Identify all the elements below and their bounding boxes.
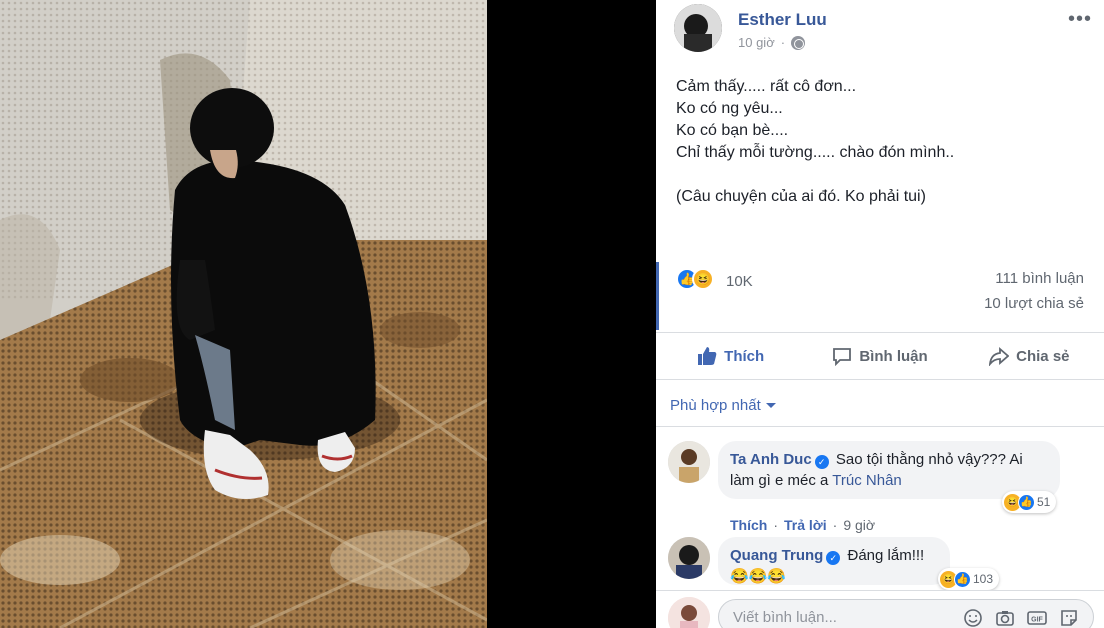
comment-input[interactable]: Viết bình luận... GIF	[718, 599, 1094, 628]
comment-item: Quang Trung ✓ Đáng lắm!!! 😂😂😂 😆 👍 103	[668, 537, 1098, 590]
sort-label: Phù hợp nhất	[670, 397, 761, 414]
reaction-icons[interactable]: 👍 😆	[676, 268, 714, 290]
commenter-avatar[interactable]	[668, 537, 710, 579]
post-text: Cảm thấy..... rất cô đơn... Ko có ng yêu…	[676, 76, 1086, 208]
comment-text: Đáng lắm!!!	[847, 547, 925, 564]
composer-tools: GIF	[963, 608, 1079, 628]
like-label: Thích	[724, 347, 765, 365]
comment-emojis: 😂😂😂	[730, 568, 787, 585]
comment-reply-link[interactable]: Trả lời	[784, 517, 827, 533]
author-name[interactable]: Esther Luu	[738, 10, 827, 30]
comment-label: Bình luận	[859, 347, 928, 365]
comment-button[interactable]: Bình luận	[805, 333, 954, 379]
post-photo[interactable]	[0, 0, 487, 628]
action-bar: Thích Bình luận Chia sẻ	[656, 332, 1104, 380]
post-line: Ko có bạn bè....	[676, 122, 789, 139]
comment-reactions[interactable]: 😆 👍 51	[1002, 491, 1057, 513]
camera-icon[interactable]	[995, 608, 1015, 628]
meta-separator: ·	[780, 35, 786, 50]
like-icon: 👍	[1018, 493, 1035, 511]
emoji-icon[interactable]	[963, 608, 983, 628]
more-options-icon[interactable]: •••	[1068, 8, 1092, 31]
comments-list: Ta Anh Duc ✓ Sao tội thằng nhỏ vậy??? Ai …	[656, 426, 1104, 590]
action-separator: ·	[832, 517, 838, 533]
post-side-panel: Esther Luu 10 giờ · ••• Cảm thấy..... rấ…	[656, 0, 1104, 628]
post-time[interactable]: 10 giờ	[738, 35, 775, 50]
comment-time[interactable]: 9 giờ	[843, 517, 875, 533]
share-icon	[989, 347, 1010, 366]
photo-pane	[0, 0, 656, 628]
reaction-count[interactable]: 10K	[726, 273, 753, 290]
post-stats: 👍 😆 10K 111 bình luận 10 lượt chia sẻ	[656, 262, 1104, 330]
post-meta: 10 giờ ·	[738, 35, 806, 50]
sticker-icon[interactable]	[1059, 608, 1079, 628]
comment-like-link[interactable]: Thích	[730, 517, 767, 533]
comment-bubble: Ta Anh Duc ✓ Sao tội thằng nhỏ vậy??? Ai …	[718, 441, 1060, 499]
like-button[interactable]: Thích	[656, 333, 805, 379]
post-line	[676, 164, 1086, 186]
verified-icon: ✓	[814, 455, 829, 469]
comment-placeholder: Viết bình luận...	[733, 609, 837, 626]
like-icon: 👍	[954, 570, 971, 588]
comment-sort-dropdown[interactable]: Phù hợp nhất	[670, 397, 776, 414]
haha-icon: 😆	[692, 268, 714, 290]
tagged-user[interactable]: Trúc Nhân	[832, 472, 901, 489]
comment-item: Ta Anh Duc ✓ Sao tội thằng nhỏ vậy??? Ai …	[668, 441, 1098, 536]
comment-reaction-count: 51	[1037, 495, 1051, 509]
comment-text: làm gì e méc a	[730, 472, 833, 489]
comment-icon	[833, 348, 852, 366]
comment-reactions[interactable]: 😆 👍 103	[938, 568, 1000, 590]
like-icon	[698, 347, 717, 365]
post-line: (Câu chuyện của ai đó. Ko phải tui)	[676, 188, 926, 205]
share-label: Chia sẻ	[1016, 347, 1070, 365]
commenter-name[interactable]: Ta Anh Duc	[730, 451, 812, 468]
comment-bubble: Quang Trung ✓ Đáng lắm!!! 😂😂😂	[718, 537, 950, 585]
comment-reaction-count: 103	[973, 572, 994, 586]
comment-composer: Viết bình luận... GIF	[656, 590, 1104, 628]
comment-actions: Thích · Trả lời · 9 giờ	[730, 517, 875, 533]
author-avatar[interactable]	[674, 4, 722, 52]
chevron-down-icon	[765, 403, 776, 408]
post-viewer: Esther Luu 10 giờ · ••• Cảm thấy..... rấ…	[0, 0, 1104, 628]
share-count[interactable]: 10 lượt chia sẻ	[984, 295, 1084, 312]
post-line: Cảm thấy..... rất cô đơn...	[676, 78, 857, 95]
commenter-avatar[interactable]	[668, 441, 710, 483]
commenter-name[interactable]: Quang Trung	[730, 547, 823, 564]
globe-icon[interactable]	[791, 35, 806, 50]
svg-text:GIF: GIF	[1031, 617, 1043, 624]
comment-count[interactable]: 111 bình luận	[995, 270, 1084, 287]
post-line: Ko có ng yêu...	[676, 100, 783, 117]
comment-text: Sao tội thằng nhỏ vậy??? Ai	[835, 451, 1023, 468]
current-user-avatar	[668, 597, 710, 628]
stats-accent-bar	[656, 262, 659, 330]
action-separator: ·	[773, 517, 779, 533]
post-header: Esther Luu 10 giờ · •••	[674, 4, 1094, 56]
share-button[interactable]: Chia sẻ	[955, 333, 1104, 379]
post-line: Chỉ thấy mỗi tường..... chào đón mình..	[676, 144, 955, 161]
gif-icon[interactable]: GIF	[1027, 608, 1047, 628]
verified-icon: ✓	[826, 551, 841, 565]
